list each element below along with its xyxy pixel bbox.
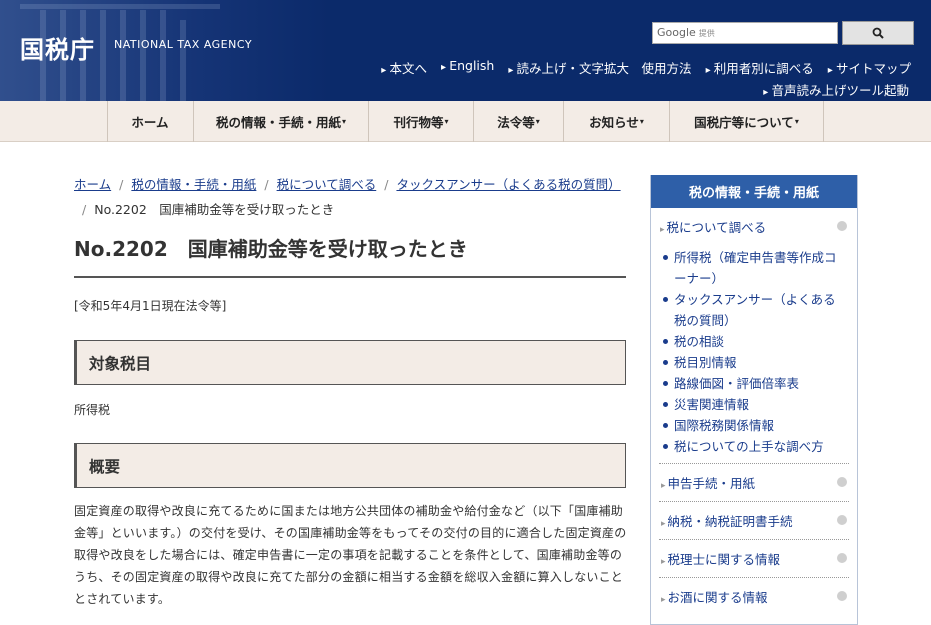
side-item[interactable]: 路線価図・評価倍率表 (661, 373, 847, 394)
side-cat-liquor[interactable]: お酒に関する情報 (659, 577, 849, 615)
util-link-voice-tool[interactable]: 音声読み上げツール起動 (763, 80, 909, 99)
site-header: 国税庁 NATIONAL TAX AGENCY Google提供 本文へ Eng… (0, 0, 931, 101)
as-of-date: [令和5年4月1日現在法令等] (74, 299, 227, 313)
section-body-overview: 固定資産の取得や改良に充てるために国または地方公共団体の補助金や給付金など（以下… (74, 504, 627, 606)
breadcrumb-home[interactable]: ホーム (74, 177, 111, 192)
chevron-down-icon: ▾ (535, 117, 540, 126)
search-input[interactable]: Google 提供 (652, 22, 838, 44)
side-item[interactable]: 所得税（確定申告書等作成コーナー） (661, 247, 847, 289)
search-placeholder: Google 提供 (657, 26, 715, 39)
util-link-by-user[interactable]: 利用者別に調べる (706, 58, 814, 77)
utility-links: 本文へ English 読み上げ・文字拡大 使用方法 利用者別に調べる サイトマ… (381, 58, 911, 77)
util-link-english[interactable]: English (441, 58, 494, 77)
side-nav: 税の情報・手続・用紙 税について調べる 所得税（確定申告書等作成コーナー） タッ… (650, 175, 858, 625)
toggle-dot-icon (837, 553, 847, 563)
side-cat-filing[interactable]: 申告手続・用紙 (659, 463, 849, 501)
search-button[interactable] (842, 21, 914, 45)
nav-news[interactable]: お知らせ ▾ (564, 101, 670, 142)
side-item[interactable]: 災害関連情報 (661, 394, 847, 415)
side-item[interactable]: 税についての上手な調べ方 (661, 436, 847, 457)
nav-about[interactable]: 国税庁等について ▾ (670, 101, 824, 142)
site-logo-subtitle: NATIONAL TAX AGENCY (114, 38, 253, 51)
breadcrumb-tax-info[interactable]: 税の情報・手続・用紙 (131, 177, 256, 192)
global-nav: ホーム 税の情報・手続・用紙 ▾ 刊行物等 ▾ 法令等 ▾ お知らせ ▾ 国税庁等につい… (0, 101, 931, 142)
nav-laws[interactable]: 法令等 ▾ (474, 101, 564, 142)
side-cat-tax-accountant[interactable]: 税理士に関する情報 (659, 539, 849, 577)
side-item[interactable]: 税目別情報 (661, 352, 847, 373)
breadcrumb-current: No.2202 国庫補助金等を受け取ったとき (94, 202, 335, 217)
search-icon (872, 27, 884, 39)
section-body-target-tax: 所得税 (74, 403, 111, 417)
breadcrumb-tax-answer[interactable]: タックスアンサー（よくある税の質問） (396, 177, 620, 192)
side-item[interactable]: タックスアンサー（よくある税の質問） (661, 289, 847, 331)
chevron-down-icon: ▾ (342, 117, 347, 126)
side-item[interactable]: 国際税務関係情報 (661, 415, 847, 436)
side-cat-research[interactable]: 税について調べる (651, 208, 857, 245)
nav-tax-info[interactable]: 税の情報・手続・用紙 ▾ (194, 101, 369, 142)
util-link-main-content[interactable]: 本文へ (381, 58, 427, 77)
util-link-sitemap[interactable]: サイトマップ (828, 58, 911, 77)
section-heading-target-tax: 対象税目 (74, 340, 626, 385)
breadcrumb-research[interactable]: 税について調べる (277, 177, 377, 192)
section-heading-overview: 概要 (74, 443, 626, 488)
toggle-dot-icon (837, 477, 847, 487)
nav-publications[interactable]: 刊行物等 ▾ (369, 101, 474, 142)
side-sublist: 所得税（確定申告書等作成コーナー） タックスアンサー（よくある税の質問） 税の相… (651, 245, 857, 463)
toggle-dot-icon (837, 515, 847, 525)
side-nav-heading[interactable]: 税の情報・手続・用紙 (651, 175, 857, 208)
util-link-read-aloud[interactable]: 読み上げ・文字拡大 使用方法 (508, 58, 692, 77)
side-cat-payment[interactable]: 納税・納税証明書手続 (659, 501, 849, 539)
nav-home[interactable]: ホーム (108, 101, 194, 142)
page-title: No.2202 国庫補助金等を受け取ったとき (74, 233, 626, 278)
chevron-down-icon: ▾ (639, 117, 644, 126)
side-item[interactable]: 税の相談 (661, 331, 847, 352)
site-logo[interactable]: 国税庁 (20, 30, 95, 65)
toggle-dot-icon (837, 221, 847, 231)
chevron-down-icon: ▾ (444, 117, 449, 126)
chevron-down-icon: ▾ (794, 117, 799, 126)
breadcrumb: ホーム / 税の情報・手続・用紙 / 税について調べる / タックスアンサー（よくある税の質… (74, 177, 621, 217)
toggle-dot-icon (837, 591, 847, 601)
